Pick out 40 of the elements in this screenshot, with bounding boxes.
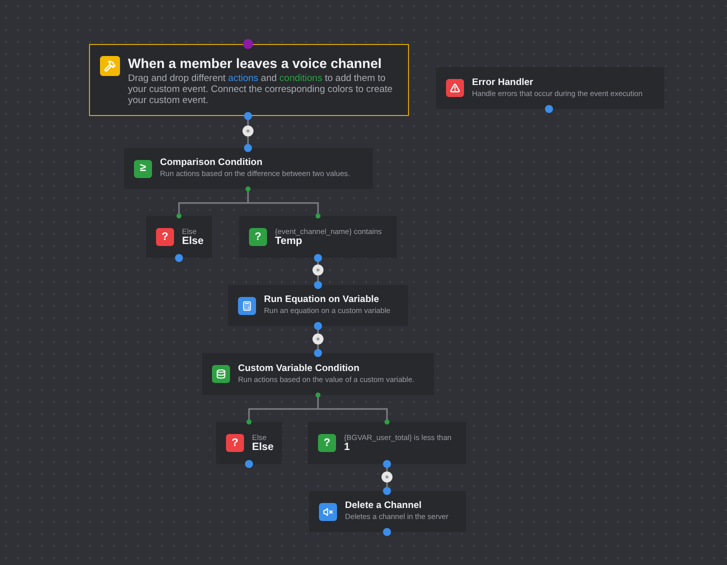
node-title: Delete a Channel	[345, 501, 423, 512]
node-description: Drag and drop different actions and conditions to add them to your custom event. Connect the corresponding colors to create your custom event.	[128, 72, 394, 107]
condition-handle[interactable]	[246, 420, 252, 424]
connection-handle[interactable]	[244, 112, 252, 120]
condition-handle[interactable]	[246, 186, 250, 192]
branch-value: Else	[182, 236, 202, 248]
add-node-button[interactable]	[312, 334, 324, 344]
branch-value: 1	[344, 442, 350, 454]
connection-handle[interactable]	[314, 349, 322, 357]
condition-handle[interactable]	[316, 392, 320, 398]
connection-handle[interactable]	[314, 322, 322, 330]
input-handle[interactable]	[243, 39, 253, 49]
connection-handle[interactable]	[245, 460, 253, 468]
connection-handle[interactable]	[545, 105, 553, 113]
symbol-icon: ?	[249, 228, 267, 246]
node-title: Run Equation on Variable	[264, 295, 380, 306]
node-title: Comparison Condition	[160, 158, 264, 170]
node-title: Custom Variable Condition	[238, 364, 360, 375]
add-node-button[interactable]	[242, 126, 254, 136]
condition-handle[interactable]	[316, 214, 320, 218]
condition-handle[interactable]	[176, 214, 182, 218]
condition-handle[interactable]	[384, 420, 390, 424]
connection-handle[interactable]	[314, 254, 322, 262]
symbol-icon: ≥	[134, 160, 152, 178]
connection-handle[interactable]	[244, 144, 252, 152]
add-node-button[interactable]	[312, 264, 324, 276]
trigger-node[interactable]: When a member leaves a voice channel Drag and drop different actions and conditions to add them to your custom event. Connect the corresponding colors to create your custom event.	[89, 44, 409, 116]
branch-value: Temp	[275, 236, 302, 248]
connection-handle[interactable]	[175, 254, 183, 262]
symbol-icon: ?	[156, 228, 174, 246]
add-node-button[interactable]	[382, 472, 392, 482]
connection-handle[interactable]	[383, 460, 391, 468]
symbol-icon: ?	[226, 434, 244, 452]
symbol-icon: ?	[318, 434, 336, 452]
branch-value: Else	[252, 442, 272, 454]
node-title: Error Handler	[472, 78, 534, 89]
connection-handle[interactable]	[314, 281, 322, 289]
connection-handle[interactable]	[383, 487, 391, 495]
node-title: When a member leaves a voice channel	[128, 56, 383, 72]
connection-handle[interactable]	[383, 528, 391, 536]
